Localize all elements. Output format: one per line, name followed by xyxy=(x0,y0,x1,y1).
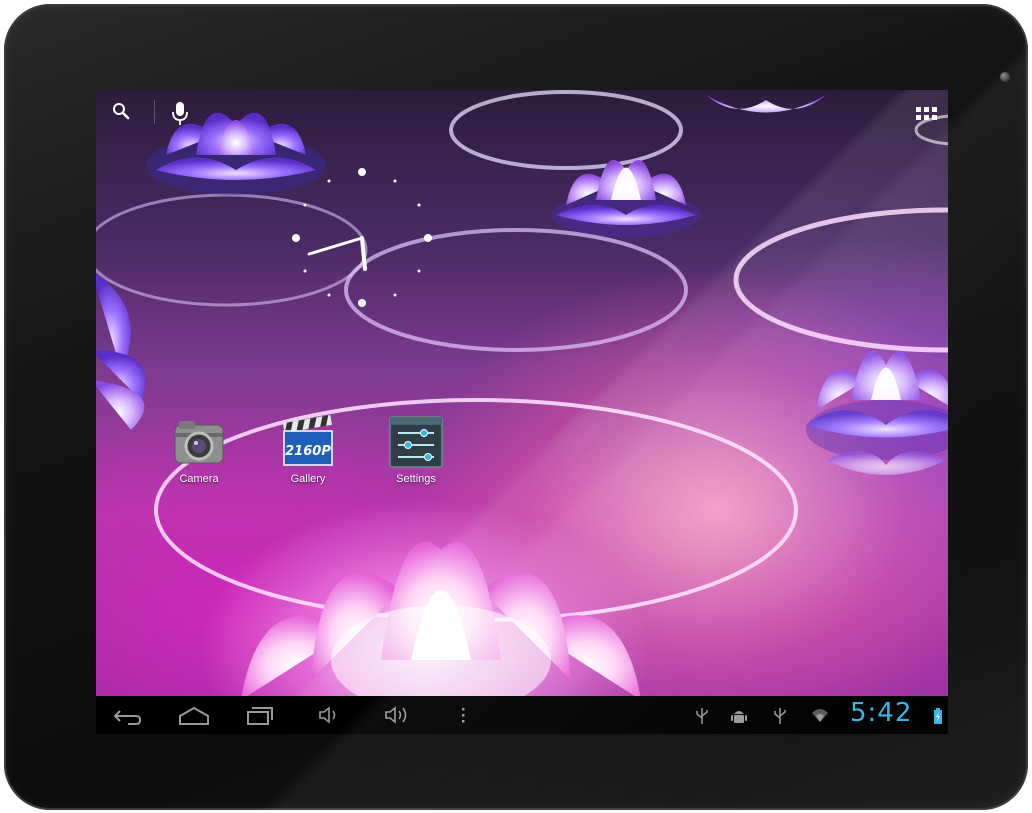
overflow-menu-icon[interactable] xyxy=(456,702,470,728)
shortcut-gallery[interactable]: 2160P Gallery xyxy=(263,414,353,485)
shortcut-label: Settings xyxy=(396,473,436,485)
android-debug-icon[interactable] xyxy=(730,706,748,726)
clock-marker-9 xyxy=(292,234,300,242)
clock-marker-3 xyxy=(424,234,432,242)
front-camera-icon xyxy=(1000,72,1010,82)
home-icon[interactable] xyxy=(174,702,214,728)
search-icon[interactable] xyxy=(108,98,136,126)
app-grid-icon[interactable] xyxy=(912,100,942,128)
clock-marker-12 xyxy=(358,168,366,176)
analog-clock-widget[interactable] xyxy=(276,152,456,332)
search-divider xyxy=(154,100,155,124)
back-arrow-icon[interactable] xyxy=(108,702,144,728)
usb-icon[interactable] xyxy=(694,706,710,726)
usb-icon[interactable] xyxy=(772,706,788,726)
shortcut-settings[interactable]: Settings xyxy=(371,415,461,485)
shortcut-label: Camera xyxy=(179,473,219,485)
recent-apps-icon[interactable] xyxy=(242,702,278,728)
svg-text:2160P: 2160P xyxy=(285,444,331,459)
settings-sliders-icon xyxy=(386,415,446,469)
volume-down-icon[interactable] xyxy=(314,702,344,728)
tablet-device: Camera 2160P Gallery Settings 5:42 xyxy=(4,4,1028,810)
shortcut-camera[interactable]: Camera xyxy=(154,415,244,485)
lotus-wallpaper-art xyxy=(96,90,948,696)
shortcut-label: Gallery xyxy=(290,473,326,485)
clock-marker-6 xyxy=(358,299,366,307)
volume-up-icon[interactable] xyxy=(380,702,414,728)
gallery-clapperboard-icon: 2160P xyxy=(278,414,338,469)
status-clock[interactable]: 5:42 xyxy=(850,698,912,728)
home-screen-wallpaper: Camera 2160P Gallery Settings xyxy=(96,90,948,696)
screen: Camera 2160P Gallery Settings 5:42 xyxy=(96,90,948,734)
microphone-icon[interactable] xyxy=(168,98,192,128)
clock-minute-hand xyxy=(307,236,364,256)
clock-hour-hand xyxy=(360,236,367,271)
wifi-icon[interactable] xyxy=(810,706,830,726)
camera-icon xyxy=(169,415,229,469)
system-navigation-bar: 5:42 xyxy=(96,696,948,734)
battery-charging-icon[interactable] xyxy=(932,706,944,726)
